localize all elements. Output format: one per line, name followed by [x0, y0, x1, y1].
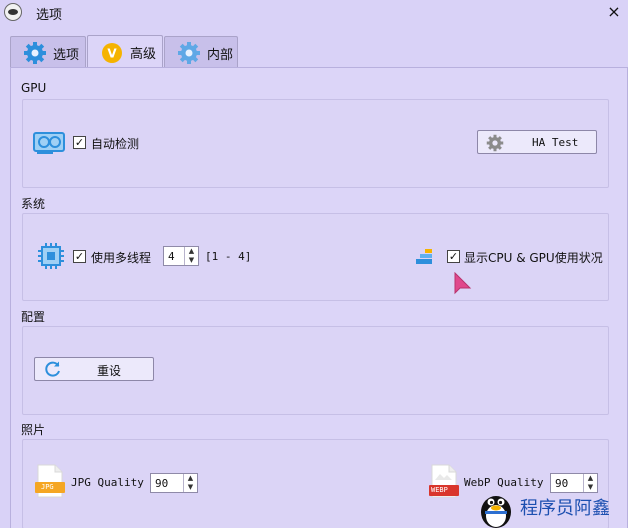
tab-advanced[interactable]: V 高级: [87, 35, 163, 69]
photo-section-title: 照片: [21, 423, 46, 437]
system-group: ✓ 使用多线程 4 ▲ ▼ [1 - 4] ✓ 显示CPU & GPU使用状况: [22, 213, 609, 301]
gear-icon: [486, 134, 504, 155]
reset-button[interactable]: 重设: [34, 357, 154, 381]
config-group: 重设: [22, 326, 609, 415]
auto-detect-checkbox[interactable]: ✓: [73, 136, 86, 149]
tab-options[interactable]: 选项: [10, 36, 86, 69]
advanced-panel: GPU ✓ 自动检测 HA Test 系统 ✓ 使用多线程 4 ▲ ▼ [1 -…: [10, 67, 628, 528]
webp-icon-text: WEBP: [431, 486, 448, 494]
webp-quality-value: 90: [555, 476, 569, 490]
multithread-label: 使用多线程: [91, 251, 152, 265]
gear-icon: [177, 41, 201, 65]
gpu-card-icon: [33, 130, 67, 157]
title-bar: 选项 ×: [0, 0, 628, 26]
system-section-title: 系统: [21, 197, 46, 211]
mouse-cursor-icon: [453, 271, 473, 299]
tab-label: 选项: [53, 47, 80, 63]
gpu-section-title: GPU: [21, 81, 47, 95]
v-badge-icon: V: [100, 41, 124, 65]
show-usage-label: 显示CPU & GPU使用状况: [464, 251, 603, 265]
window-title: 选项: [36, 8, 63, 23]
penguin-logo-icon: [476, 490, 516, 528]
watermark: 程序员阿鑫: [476, 490, 628, 528]
gear-icon: [23, 41, 47, 65]
reset-label: 重设: [97, 364, 122, 378]
jpg-quality-spinbox[interactable]: 90 ▲ ▼: [150, 473, 198, 493]
tab-label: 内部: [207, 47, 234, 63]
auto-detect-label: 自动检测: [91, 137, 140, 151]
watermark-text: 程序员阿鑫: [520, 498, 610, 519]
config-section-title: 配置: [21, 310, 46, 324]
close-button[interactable]: ×: [604, 1, 624, 23]
webp-file-icon: WEBP: [429, 464, 459, 501]
multithread-checkbox[interactable]: ✓: [73, 250, 86, 263]
cpu-chip-icon: [37, 242, 65, 273]
jpg-quality-value: 90: [155, 476, 169, 490]
app-icon: [4, 3, 22, 21]
jpg-icon-text: JPG: [41, 483, 54, 491]
usage-chart-icon: [415, 247, 433, 268]
thread-range-label: [1 - 4]: [205, 250, 252, 263]
tab-internal[interactable]: 内部: [164, 36, 238, 69]
gpu-group: ✓ 自动检测 HA Test: [22, 99, 609, 188]
ha-test-button[interactable]: HA Test: [477, 130, 597, 154]
show-usage-checkbox[interactable]: ✓: [447, 250, 460, 263]
spin-arrows[interactable]: ▲ ▼: [183, 474, 197, 492]
svg-text:V: V: [107, 46, 117, 60]
jpg-quality-label: JPG Quality: [71, 476, 144, 489]
jpg-file-icon: JPG: [35, 464, 65, 501]
thread-count-value: 4: [168, 249, 175, 263]
ha-test-label: HA Test: [532, 136, 579, 149]
webp-quality-label: WebP Quality: [464, 476, 544, 489]
spin-arrows[interactable]: ▲ ▼: [184, 247, 198, 265]
thread-count-spinbox[interactable]: 4 ▲ ▼: [163, 246, 199, 266]
tab-label: 高级: [130, 47, 157, 62]
refresh-icon: [44, 360, 62, 381]
